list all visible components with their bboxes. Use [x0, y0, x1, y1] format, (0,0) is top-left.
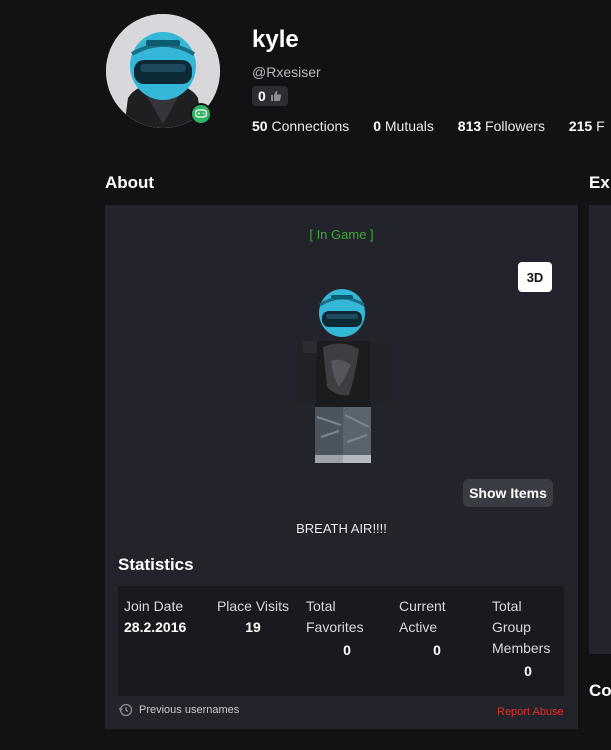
view-3d-button[interactable]: 3D: [518, 262, 552, 292]
following-count: 215: [568, 118, 593, 134]
stat-label: Current Active: [399, 598, 446, 635]
followers-link[interactable]: 813 Followers: [458, 118, 545, 134]
username: @Rxesiser: [252, 64, 321, 80]
badge-count: 0: [258, 88, 266, 104]
stat-value: 0: [343, 642, 351, 658]
profile-blurb: BREATH AIR!!!!: [296, 521, 387, 536]
mutuals-link[interactable]: 0 Mutuals: [373, 118, 434, 134]
stat-value: 19: [245, 619, 261, 635]
followers-label: Followers: [485, 118, 545, 134]
report-abuse-link[interactable]: Report Abuse: [497, 706, 564, 718]
gamepad-icon: [195, 109, 207, 118]
stat-value: 0: [433, 642, 441, 658]
mutuals-label: Mutuals: [384, 118, 434, 134]
followers-count: 813: [457, 118, 482, 134]
right-column-bottom-title: Co: [589, 681, 611, 700]
mutuals-count: 0: [373, 118, 381, 134]
stat-place-visits: Place Visits 19: [212, 596, 294, 638]
about-panel: [ In Game ] 3D Show Items BREATH AIR!!!!…: [105, 205, 578, 729]
right-column-title: Ex: [589, 173, 610, 192]
badge-counter[interactable]: 0: [252, 86, 288, 106]
stat-label: Join Date: [124, 598, 184, 614]
history-icon: [119, 703, 133, 717]
stat-label: Place Visits: [216, 598, 290, 614]
stat-label: Total Group Members: [492, 598, 551, 656]
stat-total-favorites: Total Favorites 0: [306, 596, 382, 661]
statistics-title: Statistics: [118, 555, 194, 574]
thumbs-up-icon: [270, 91, 281, 101]
stat-value: 0: [524, 663, 532, 679]
previous-usernames-label: Previous usernames: [139, 704, 240, 716]
previous-usernames-link[interactable]: Previous usernames: [119, 703, 239, 717]
display-name: kyle: [252, 26, 299, 53]
stat-label: Total Favorites: [306, 598, 364, 635]
following-link[interactable]: 215 F: [569, 118, 605, 134]
avatar-body-image[interactable]: [293, 287, 393, 472]
stat-current-active: Current Active 0: [399, 596, 475, 661]
connections-link[interactable]: 50 Connections: [252, 118, 349, 134]
following-label: F: [596, 118, 605, 134]
connections-label: Connections: [271, 118, 350, 134]
show-items-button[interactable]: Show Items: [463, 479, 553, 507]
stat-value: 28.2.2016: [124, 619, 187, 635]
statistics-box: Join Date 28.2.2016 Place Visits 19 Tota…: [118, 586, 564, 696]
stat-total-group-members: Total Group Members 0: [492, 596, 564, 682]
connections-count: 50: [252, 118, 268, 134]
social-stats: 50 Connections 0 Mutuals 813 Followers 2…: [252, 118, 611, 134]
stat-join-date: Join Date 28.2.2016: [124, 596, 204, 638]
online-status-indicator: [190, 103, 212, 125]
presence-status: [ In Game ]: [309, 227, 374, 242]
right-column-panel: [589, 205, 611, 654]
about-title: About: [105, 173, 155, 192]
